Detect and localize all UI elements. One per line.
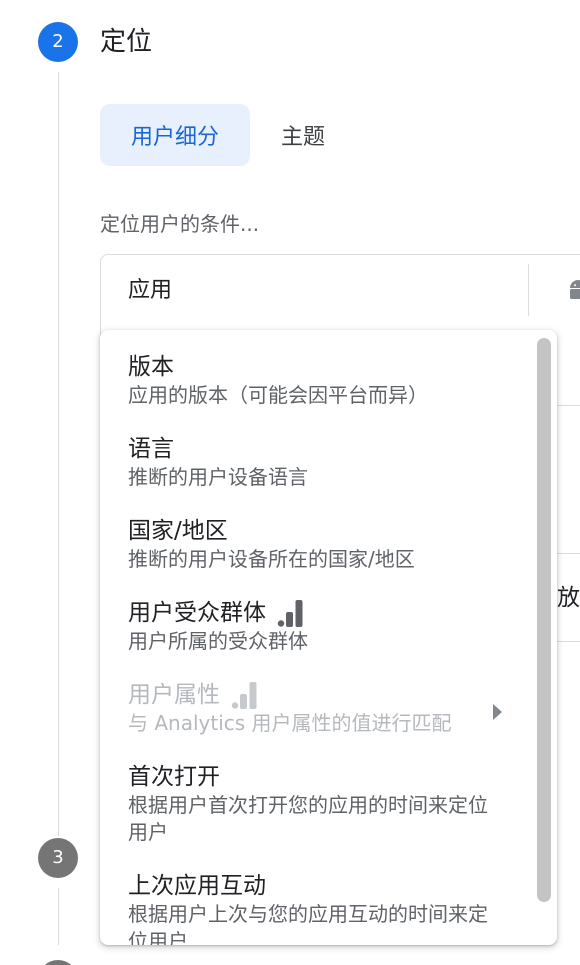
- menu-item-title: 用户受众群体: [128, 598, 497, 628]
- divider: [528, 264, 529, 316]
- menu-item-title: 国家/地区: [128, 518, 228, 544]
- signal-bars-icon: [277, 599, 303, 627]
- menu-item-description: 推断的用户设备语言: [128, 465, 308, 489]
- menu-item-country-region[interactable]: 国家/地区 推断的用户设备所在的国家/地区: [100, 502, 537, 584]
- condition-operator-text: 放: [557, 585, 580, 611]
- menu-item-title-text: 用户受众群体: [128, 600, 266, 626]
- stepper-connector: [58, 888, 59, 945]
- menu-list: 版本 应用的版本（可能会因平台而异） 语言 推断的用户设备语言 国家/地区 推断…: [100, 338, 537, 945]
- menu-item-description: 应用的版本（可能会因平台而异）: [128, 383, 428, 407]
- tab-label: 主题: [280, 125, 325, 150]
- step-2-indicator: 2: [38, 22, 78, 62]
- condition-label: 定位用户的条件...: [100, 212, 260, 236]
- menu-item-description: 推断的用户设备所在的国家/地区: [128, 547, 415, 571]
- menu-item-title: 首次打开: [128, 764, 220, 790]
- menu-item-version[interactable]: 版本 应用的版本（可能会因平台而异）: [100, 338, 537, 420]
- signal-bars-icon: [231, 681, 257, 709]
- menu-item-user-property[interactable]: 用户属性 与 Analytics 用户属性的值进行匹配: [100, 666, 537, 748]
- page: 2 定位 3 用户细分 主题 定位用户的条件... 应用 放 版本 应用的版本（: [0, 0, 580, 965]
- menu-item-title: 语言: [128, 436, 174, 462]
- stepper-connector: [58, 72, 59, 836]
- condition-field-select[interactable]: 应用: [128, 275, 172, 307]
- step-4-indicator: [38, 960, 78, 965]
- menu-item-description: 用户所属的受众群体: [128, 629, 308, 653]
- menu-item-description: 与 Analytics 用户属性的值进行匹配: [128, 711, 452, 735]
- tab-user-segment[interactable]: 用户细分: [100, 104, 250, 166]
- menu-item-language[interactable]: 语言 推断的用户设备语言: [100, 420, 537, 502]
- tab-topic[interactable]: 主题: [258, 104, 348, 166]
- step-title: 定位: [100, 27, 153, 57]
- menu-item-first-open[interactable]: 首次打开 根据用户首次打开您的应用的时间来定位用户: [100, 748, 537, 857]
- tab-label: 用户细分: [130, 125, 219, 150]
- menu-item-description: 根据用户首次打开您的应用的时间来定位用户: [128, 793, 488, 844]
- menu-item-description: 根据用户上次与您的应用互动的时间来定位用户: [128, 902, 488, 945]
- menu-scrollbar-thumb[interactable]: [537, 338, 551, 902]
- menu-item-last-app-engagement[interactable]: 上次应用互动 根据用户上次与您的应用互动的时间来定位用户: [100, 857, 537, 945]
- menu-item-user-audience[interactable]: 用户受众群体 用户所属的受众群体: [100, 584, 537, 666]
- arrow-right-icon: [493, 704, 502, 720]
- condition-dropdown-menu: 版本 应用的版本（可能会因平台而异） 语言 推断的用户设备语言 国家/地区 推断…: [100, 330, 557, 945]
- step-3-indicator[interactable]: 3: [38, 838, 78, 878]
- menu-item-title: 版本: [128, 354, 174, 380]
- menu-item-title: 用户属性: [128, 680, 497, 710]
- android-icon: [566, 279, 580, 303]
- menu-item-title: 上次应用互动: [128, 873, 266, 899]
- menu-item-title-text: 用户属性: [128, 682, 220, 708]
